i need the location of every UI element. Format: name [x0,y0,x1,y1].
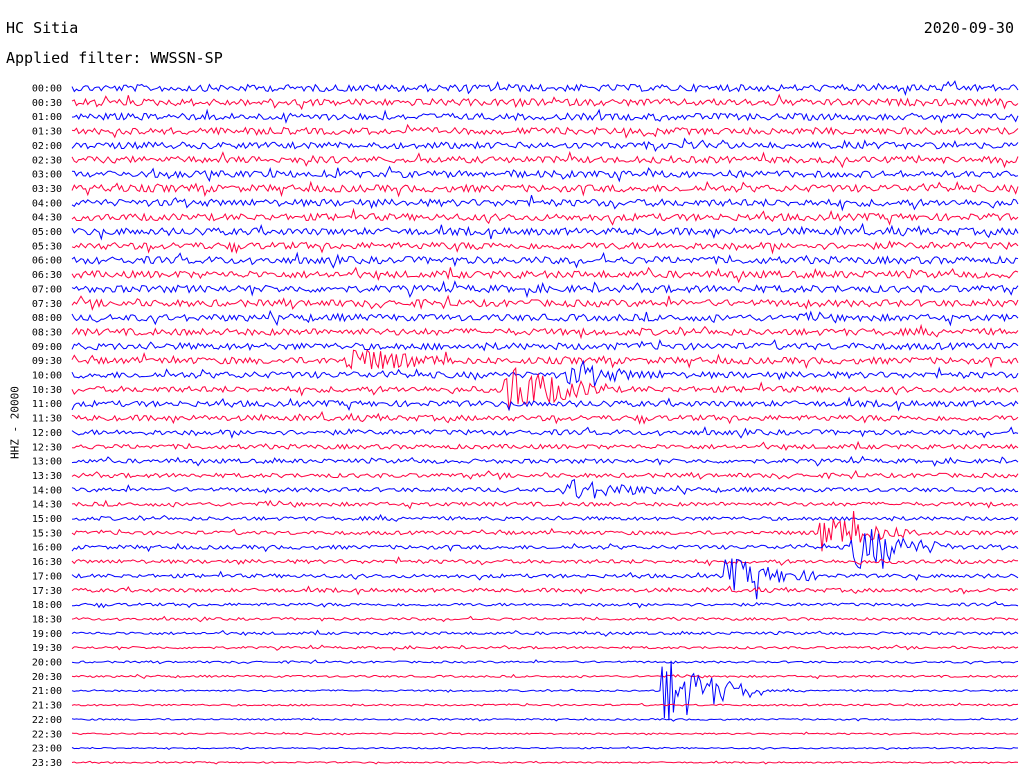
time-label-0030: 00:30 [32,98,62,109]
time-label-1730: 17:30 [32,586,62,597]
trace-2130 [71,702,1019,707]
trace-1300 [71,455,1019,467]
time-label-0530: 05:30 [32,241,62,252]
time-label-0830: 08:30 [32,327,62,338]
time-label-0730: 07:30 [32,299,62,310]
time-label-1800: 18:00 [32,600,62,611]
time-label-1930: 19:30 [32,643,62,654]
time-label-1030: 10:30 [32,385,62,396]
time-label-2300: 23:00 [32,744,62,755]
time-label-0630: 06:30 [32,270,62,281]
time-label-0300: 03:00 [32,170,62,181]
time-label-1630: 16:30 [32,557,62,568]
trace-0600 [71,251,1019,269]
trace-lines [71,80,1019,765]
time-label-2000: 20:00 [32,658,62,669]
trace-0000 [71,80,1019,97]
time-label-1530: 15:30 [32,528,62,539]
time-label-0100: 01:00 [32,112,62,123]
trace-2230 [71,731,1019,736]
time-label-1000: 10:00 [32,371,62,382]
time-label-1200: 12:00 [32,428,62,439]
trace-1730 [71,585,1019,596]
time-label-2130: 21:30 [32,701,62,712]
trace-0230 [71,150,1019,169]
time-label-0130: 01:30 [32,127,62,138]
time-label-0000: 00:00 [32,84,62,95]
time-label-0400: 04:00 [32,198,62,209]
trace-2300 [71,745,1018,751]
trace-0500 [71,222,1019,241]
time-label-1230: 12:30 [32,442,62,453]
time-label-0700: 07:00 [32,284,62,295]
time-label-1430: 14:30 [32,500,62,511]
time-label-0330: 03:30 [32,184,62,195]
time-label-1500: 15:00 [32,514,62,525]
trace-1330 [71,469,1019,481]
trace-1500 [72,513,1019,522]
trace-0830 [71,323,1019,340]
trace-1130 [71,410,1019,425]
time-label-1300: 13:00 [32,457,62,468]
trace-1400 [71,478,1019,499]
time-label-0930: 09:30 [32,356,62,367]
trace-1430 [71,499,1019,510]
trace-1200 [71,426,1019,439]
time-label-1130: 11:30 [32,414,62,425]
trace-0030 [71,93,1019,111]
time-label-2330: 23:30 [32,758,62,769]
trace-1700 [71,558,1019,600]
trace-0200 [71,137,1019,153]
trace-0900 [71,339,1019,352]
time-label-1600: 16:00 [32,543,62,554]
helicorder-plot: 00:00 00:30 01:00 01:30 02:00 02:30 03:00 03:30… [32,80,1019,769]
time-label-0500: 05:00 [32,227,62,238]
trace-0100 [71,108,1019,124]
time-label-0600: 06:00 [32,256,62,267]
trace-0430 [71,207,1019,226]
trace-2000 [71,659,1019,665]
trace-2030 [71,673,1019,680]
time-label-1700: 17:00 [32,571,62,582]
trace-2100 [71,660,1019,721]
trace-2200 [71,717,1019,722]
time-label-0230: 02:30 [32,155,62,166]
trace-0730 [71,294,1019,311]
trace-0800 [71,309,1019,327]
trace-0530 [71,240,1019,255]
time-label-1830: 18:30 [32,614,62,625]
trace-1930 [71,644,1019,651]
trace-2330 [71,760,1019,765]
time-label-2230: 22:30 [32,729,62,740]
trace-0300 [71,165,1019,183]
trace-0330 [71,180,1019,198]
time-label-1330: 13:30 [32,471,62,482]
trace-1830 [71,615,1019,623]
trace-0700 [71,280,1019,299]
time-label-1400: 14:00 [32,485,62,496]
time-label-0800: 08:00 [32,313,62,324]
trace-0130 [71,123,1019,139]
time-label-0430: 04:30 [32,213,62,224]
trace-1230 [71,440,1019,451]
trace-1900 [71,629,1019,637]
trace-0630 [71,266,1019,284]
time-label-2030: 20:30 [32,672,62,683]
time-label-2200: 22:00 [32,715,62,726]
time-labels: 00:00 00:30 01:00 01:30 02:00 02:30 03:00 03:30… [32,84,62,769]
trace-1800 [71,601,1019,609]
time-label-2100: 21:00 [32,686,62,697]
time-label-1100: 11:00 [32,399,62,410]
trace-0400 [71,195,1019,212]
trace-1100 [71,396,1019,412]
time-label-1900: 19:00 [32,629,62,640]
trace-1000 [71,359,1019,387]
time-label-0900: 09:00 [32,342,62,353]
trace-0930 [71,348,1019,370]
trace-1530 [71,510,1019,552]
time-label-0200: 02:00 [32,141,62,152]
